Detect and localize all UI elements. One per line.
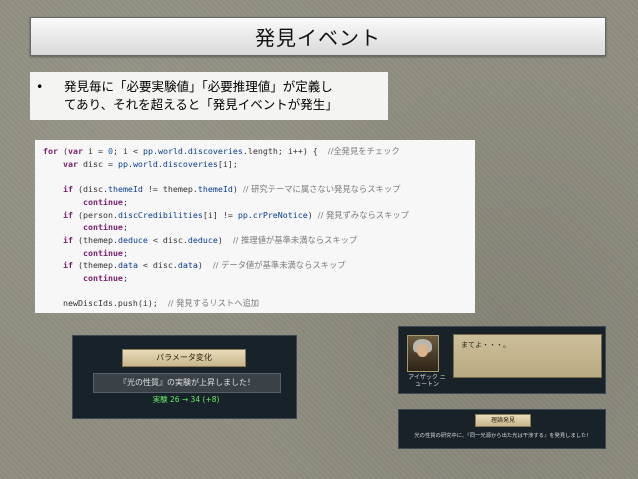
code-line-6: continue;	[82, 222, 128, 233]
discovery-text: 光の性質の研究中に、『同一光源から出た光は干渉する』を発見しました！	[414, 433, 592, 439]
speech-text: まてよ・・・。	[461, 341, 510, 349]
parameter-change-value: 実験 26 → 34 (+8)	[152, 395, 220, 404]
code-line-1: for (var i = 0; i < pp.world.discoveries…	[43, 146, 400, 156]
code-line-7: if (themep.deduce < disc.deduce) // 推理値が…	[62, 234, 358, 245]
code-line-8: continue;	[82, 247, 128, 258]
code-line-12: }	[43, 310, 475, 313]
bullet-dot: •	[36, 79, 44, 94]
code-line-4: continue;	[82, 196, 128, 207]
code-line-9: if (themep.data < disc.data) // データ値が基準未…	[62, 260, 346, 271]
code-line-11: newDiscIds.push(i); // 発見するリストへ追加	[62, 298, 260, 309]
character-name: アイザック ニュートン	[408, 374, 446, 388]
code-line-2: var disc = pp.world.discoveries[i];	[62, 158, 238, 169]
bullet-line-1: 発見毎に「必要実験値」「必要推理値」が定義し	[64, 79, 333, 94]
parameter-change-message: 『光の性質』の実験が上昇しました！	[93, 373, 281, 393]
discovery-tag: 理論発見	[475, 414, 531, 427]
parameter-change-screenshot: パラメータ変化 『光の性質』の実験が上昇しました！ 実験 26 → 34 (+8…	[72, 335, 297, 419]
parameter-change-header: パラメータ変化	[122, 349, 246, 367]
slide-title-bar: 発見イベント	[30, 17, 606, 56]
dialogue-screenshot: アイザック ニュートン まてよ・・・。	[398, 326, 606, 394]
code-screenshot: for (var i = 0; i < pp.world.discoveries…	[35, 140, 475, 313]
code-line-5: if (person.discCredibilities[i] != pp.cr…	[62, 209, 409, 220]
bullet-line-2: てあり、それを超えると「発見イベントが発生」	[64, 97, 338, 112]
slide-title: 発見イベント	[255, 26, 381, 50]
code-line-3: if (disc.themeId != themep.themeId) // 研…	[62, 184, 401, 195]
discovery-screenshot: 理論発見 光の性質の研究中に、『同一光源から出た光は干渉する』を発見しました！	[398, 409, 606, 449]
portrait-face	[417, 344, 428, 357]
bullet-text-box: • 発見毎に「必要実験値」「必要推理値」が定義し てあり、それを超えると「発見イ…	[30, 72, 388, 120]
code-line-10: continue;	[82, 273, 128, 284]
code-line-blank-2	[43, 285, 475, 298]
speech-box: まてよ・・・。	[453, 334, 602, 378]
newton-portrait	[407, 335, 439, 372]
